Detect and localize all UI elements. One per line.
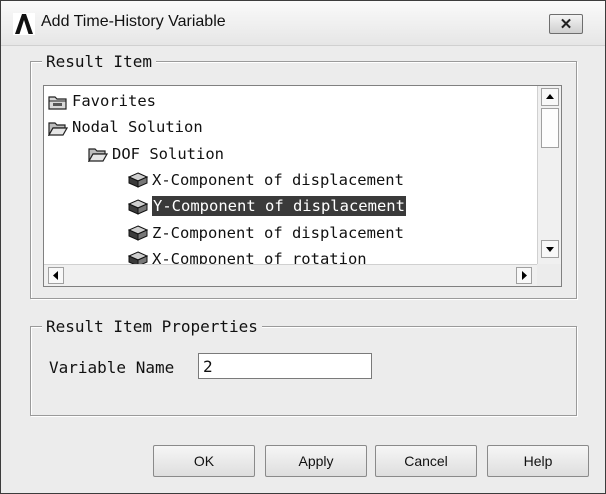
tree-item[interactable]: Favorites <box>48 89 156 113</box>
result-item-group-label: Result Item <box>42 52 156 72</box>
variable-name-label: Variable Name <box>49 358 175 377</box>
vertical-scroll-thumb[interactable] <box>541 108 559 148</box>
cube-icon <box>127 198 149 215</box>
cube-icon <box>127 224 149 241</box>
result-item-properties-group-label: Result Item Properties <box>42 317 262 337</box>
variable-name-input[interactable] <box>198 353 372 379</box>
cancel-button[interactable]: Cancel <box>375 445 477 477</box>
folder-icon <box>48 93 68 110</box>
dialog-window: Add Time-History Variable ✕ Result Item … <box>0 0 606 494</box>
tree-item[interactable]: DOF Solution <box>87 142 224 166</box>
ansys-logo-icon <box>13 13 35 35</box>
scroll-down-button[interactable] <box>541 240 559 258</box>
cube-icon <box>127 250 149 264</box>
arrow-right-icon <box>522 271 527 280</box>
window-title: Add Time-History Variable <box>41 13 226 30</box>
scroll-left-button[interactable] <box>48 267 64 284</box>
tree-item[interactable]: X-Component of rotation <box>127 247 367 264</box>
title-bar: Add Time-History Variable ✕ <box>1 1 605 46</box>
ok-button[interactable]: OK <box>153 445 255 477</box>
tree-item-label: Nodal Solution <box>72 118 203 137</box>
tree-item-label: X-Component of displacement <box>152 170 404 189</box>
scrollbar-corner <box>537 264 561 286</box>
open-folder-icon <box>47 119 69 138</box>
arrow-up-icon <box>546 94 554 99</box>
horizontal-scrollbar[interactable] <box>44 264 537 286</box>
scroll-up-button[interactable] <box>541 88 559 106</box>
help-button[interactable]: Help <box>487 445 589 477</box>
tree-item[interactable]: Y-Component of displacement <box>127 194 406 218</box>
tree-item[interactable]: Z-Component of displacement <box>127 221 404 245</box>
vertical-scrollbar[interactable] <box>537 86 561 264</box>
apply-button[interactable]: Apply <box>265 445 367 477</box>
arrow-left-icon <box>53 271 58 280</box>
tree-viewport: Favorites Nodal Solution DOF Solution X-Com… <box>44 86 537 264</box>
close-button[interactable]: ✕ <box>549 14 583 34</box>
result-item-tree[interactable]: Favorites Nodal Solution DOF Solution X-Com… <box>43 85 562 287</box>
tree-item[interactable]: X-Component of displacement <box>127 168 404 192</box>
arrow-down-icon <box>546 247 554 252</box>
open-folder-icon <box>87 145 109 164</box>
tree-item-label: Z-Component of displacement <box>152 223 404 242</box>
tree-item-label: Favorites <box>72 92 156 110</box>
tree-item-label: DOF Solution <box>112 144 224 163</box>
scroll-right-button[interactable] <box>516 267 532 284</box>
tree-item-label: Y-Component of displacement <box>152 196 406 217</box>
cube-icon <box>127 171 149 189</box>
tree-item-label: X-Component of rotation <box>152 249 367 264</box>
tree-item[interactable]: Nodal Solution <box>47 115 203 139</box>
